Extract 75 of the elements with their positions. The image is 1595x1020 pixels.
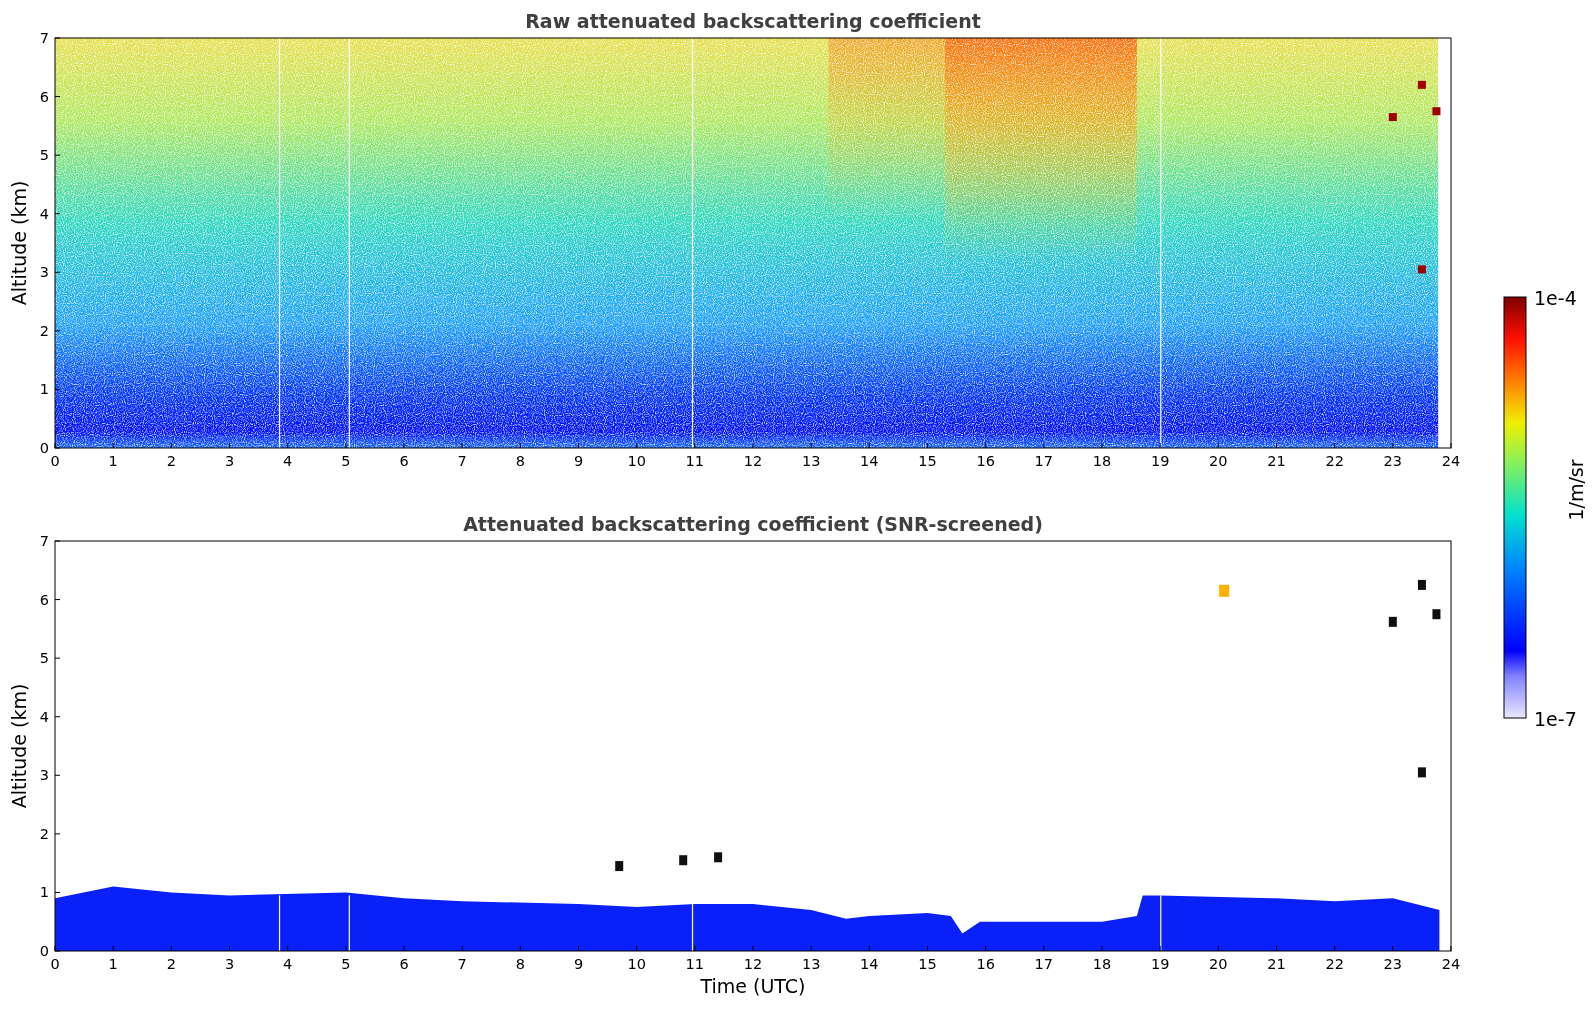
y-tick-label: 0 — [39, 440, 49, 456]
x-tick-label: 7 — [457, 956, 467, 972]
y-tick-label: 7 — [39, 533, 49, 549]
x-tick-label: 12 — [743, 956, 763, 972]
x-tick-label: 8 — [515, 956, 525, 972]
x-tick-label: 23 — [1383, 956, 1403, 972]
x-tick-label: 5 — [341, 453, 351, 469]
x-tick-label: 10 — [627, 956, 646, 972]
x-tick-label: 9 — [573, 453, 584, 469]
colorbar-min-label: 1e-7 — [1534, 708, 1577, 730]
y-tick-label: 7 — [39, 30, 49, 46]
y-tick-label: 4 — [39, 205, 49, 222]
x-tick-label: 19 — [1150, 956, 1170, 972]
x-tick-label: 16 — [976, 956, 995, 972]
x-tick-label: 17 — [1034, 956, 1054, 972]
y-tick-label: 3 — [39, 264, 49, 281]
colorbar-max-label: 1e-4 — [1534, 287, 1577, 309]
x-tick-label: 4 — [283, 956, 293, 972]
x-tick-label: 19 — [1150, 453, 1170, 469]
x-tick-label: 6 — [399, 956, 409, 972]
x-tick-label: 20 — [1209, 956, 1228, 972]
x-tick-label: 24 — [1441, 453, 1461, 469]
x-tick-label: 13 — [801, 453, 821, 469]
y-axis-label: Altitude (km) — [8, 180, 30, 306]
y-tick-label: 5 — [39, 147, 49, 164]
x-tick-label: 18 — [1092, 956, 1112, 972]
x-tick-label: 10 — [627, 453, 646, 469]
x-tick-label: 20 — [1209, 453, 1228, 469]
x-tick-label: 22 — [1325, 453, 1344, 469]
x-tick-label: 21 — [1267, 453, 1286, 469]
x-axis-label: Time (UTC) — [700, 975, 806, 997]
x-tick-label: 0 — [50, 453, 60, 469]
chart-title: Attenuated backscattering coefficient (SNR-screened) — [463, 513, 1043, 535]
x-tick-label: 2 — [166, 453, 176, 469]
x-tick-label: 7 — [457, 453, 467, 469]
x-tick-label: 11 — [685, 956, 705, 972]
x-tick-label: 21 — [1267, 956, 1286, 972]
x-tick-label: 23 — [1383, 453, 1403, 469]
x-tick-label: 4 — [283, 453, 293, 469]
x-tick-label: 2 — [166, 956, 176, 972]
x-tick-label: 1 — [108, 956, 118, 972]
x-tick-label: 9 — [573, 956, 584, 972]
cloud-patch — [1219, 584, 1230, 597]
x-tick-label: 3 — [224, 956, 235, 972]
x-tick-label: 15 — [918, 453, 937, 469]
y-tick-label: 2 — [39, 322, 49, 339]
y-axis-label: Altitude (km) — [8, 683, 30, 809]
x-tick-label: 13 — [801, 956, 821, 972]
colorbar-label: 1/m/sr — [1565, 459, 1587, 521]
y-tick-label: 2 — [39, 825, 49, 842]
y-tick-label: 1 — [39, 884, 49, 901]
x-tick-label: 11 — [685, 453, 705, 469]
x-tick-label: 6 — [399, 453, 409, 469]
x-tick-label: 24 — [1441, 956, 1461, 972]
x-tick-label: 5 — [341, 956, 351, 972]
y-tick-label: 5 — [39, 650, 49, 667]
y-tick-label: 1 — [39, 381, 49, 398]
x-tick-label: 15 — [918, 956, 937, 972]
y-tick-label: 0 — [39, 943, 49, 959]
x-tick-label: 16 — [976, 453, 995, 469]
y-tick-label: 6 — [39, 591, 49, 608]
x-tick-label: 8 — [515, 453, 525, 469]
y-tick-label: 3 — [39, 767, 49, 784]
x-tick-label: 17 — [1034, 453, 1054, 469]
x-tick-label: 22 — [1325, 956, 1344, 972]
x-tick-label: 0 — [50, 956, 60, 972]
x-tick-label: 14 — [860, 453, 879, 469]
x-tick-label: 3 — [224, 453, 235, 469]
x-tick-label: 12 — [743, 453, 763, 469]
x-tick-label: 18 — [1092, 453, 1112, 469]
y-tick-label: 4 — [39, 708, 49, 725]
y-tick-label: 6 — [39, 88, 49, 105]
x-tick-label: 14 — [860, 956, 879, 972]
x-tick-label: 1 — [108, 453, 118, 469]
chart-title: Raw attenuated backscattering coefficient — [525, 10, 981, 32]
